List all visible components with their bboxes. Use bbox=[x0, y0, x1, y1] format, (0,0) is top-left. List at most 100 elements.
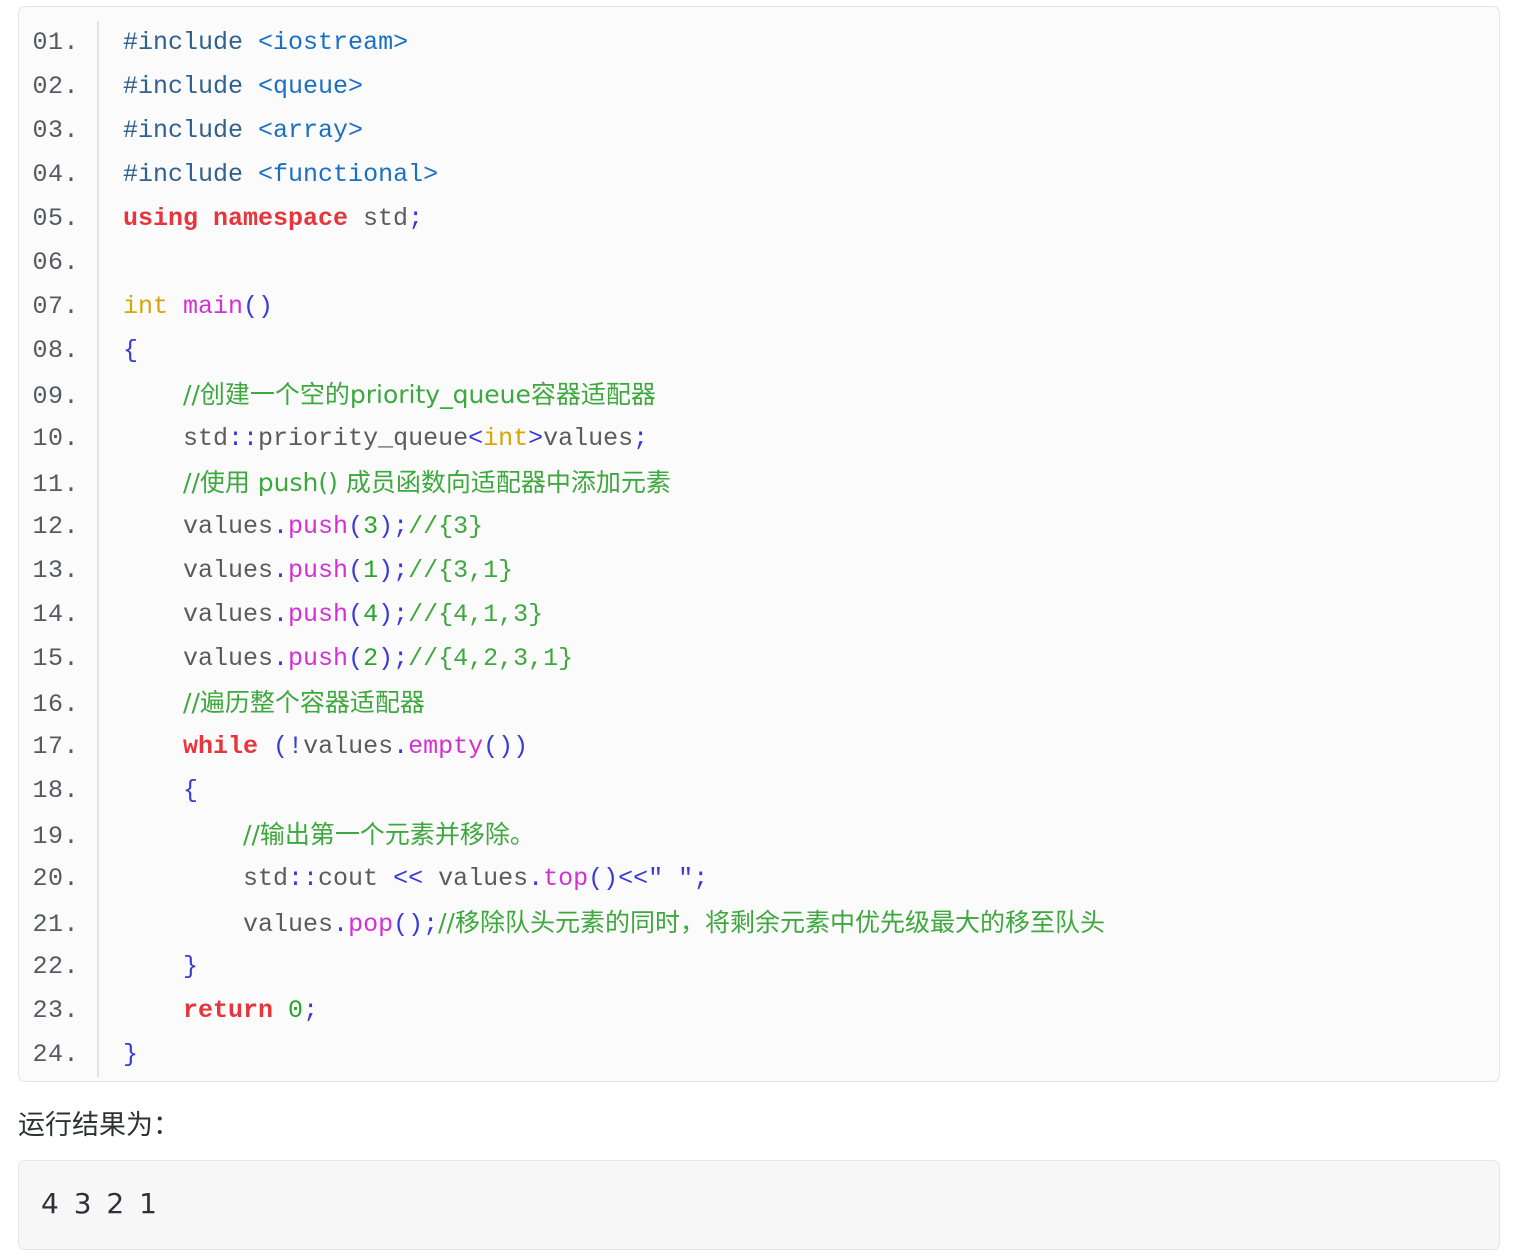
code-token: using namespace bbox=[123, 204, 349, 233]
code-token: push bbox=[288, 512, 349, 541]
code-token: ; bbox=[393, 600, 409, 629]
code-token: . bbox=[393, 732, 409, 761]
code-line-text: #include <iostream> bbox=[99, 21, 1499, 65]
line-number: 20. bbox=[32, 864, 79, 893]
code-token: values bbox=[123, 556, 274, 585]
code-block: 01. #include <iostream> 02. #include <queue… bbox=[18, 6, 1500, 1082]
code-token: //{3} bbox=[408, 512, 484, 541]
code-token: <iostream> bbox=[258, 28, 409, 57]
code-token: ()) bbox=[483, 732, 529, 761]
code-sample-page: 01. #include <iostream> 02. #include <queue… bbox=[0, 0, 1532, 1256]
code-token: << bbox=[618, 864, 649, 893]
result-label: 运行结果为： bbox=[18, 1110, 180, 1141]
line-number: 23. bbox=[32, 996, 79, 1025]
code-line: 15. values.push(2);//{4,2,3,1} bbox=[19, 637, 1499, 681]
code-line: 23. return 0; bbox=[19, 989, 1499, 1033]
code-token: int bbox=[123, 292, 169, 321]
code-token: pop bbox=[348, 910, 394, 939]
code-token: 1 bbox=[363, 556, 379, 585]
code-line: 24.} bbox=[19, 1033, 1499, 1077]
code-token: <queue> bbox=[258, 72, 364, 101]
code-token: int bbox=[483, 424, 529, 453]
code-token: ) bbox=[378, 556, 394, 585]
code-token: //输出第一个元素并移除。 bbox=[243, 820, 535, 849]
code-token: :: bbox=[228, 424, 259, 453]
code-line: 09. //创建一个空的priority_queue容器适配器 bbox=[19, 373, 1499, 417]
code-line-text: { bbox=[99, 769, 1499, 813]
code-token: <array> bbox=[258, 116, 364, 145]
code-token: ; bbox=[303, 996, 319, 1025]
code-token: () bbox=[588, 864, 619, 893]
line-number: 22. bbox=[32, 952, 79, 981]
line-number: 10. bbox=[32, 424, 79, 453]
code-token: //创建一个空的priority_queue容器适配器 bbox=[183, 380, 656, 409]
code-line: 12. values.push(3);//{3} bbox=[19, 505, 1499, 549]
code-line-text: #include <queue> bbox=[99, 65, 1499, 109]
code-line: 13. values.push(1);//{3,1} bbox=[19, 549, 1499, 593]
code-line: 02. #include <queue> bbox=[19, 65, 1499, 109]
code-token: << bbox=[393, 864, 424, 893]
code-line-text: { bbox=[99, 329, 1499, 373]
code-token: ; bbox=[693, 864, 709, 893]
code-token: ; bbox=[393, 556, 409, 585]
code-token: values bbox=[123, 600, 274, 629]
code-line: 04. #include <functional> bbox=[19, 153, 1499, 197]
code-token: ; bbox=[423, 910, 439, 939]
code-token: values bbox=[303, 732, 394, 761]
code-line-text: values.push(2);//{4,2,3,1} bbox=[99, 637, 1499, 681]
code-line: 07. int main() bbox=[19, 285, 1499, 329]
code-line: 22. } bbox=[19, 945, 1499, 989]
code-token: . bbox=[333, 910, 349, 939]
code-token: 2 bbox=[363, 644, 379, 673]
code-line-text: std::priority_queue<int>values; bbox=[99, 417, 1499, 461]
code-token: ( bbox=[348, 644, 364, 673]
line-number: 24. bbox=[32, 1040, 79, 1069]
code-token: empty bbox=[408, 732, 484, 761]
code-token: #include bbox=[123, 28, 244, 57]
code-line-text: while (!values.empty()) bbox=[99, 725, 1499, 769]
code-line-text: values.push(1);//{3,1} bbox=[99, 549, 1499, 593]
code-line-text: return 0; bbox=[99, 989, 1499, 1033]
code-line: 10. std::priority_queue<int>values; bbox=[19, 417, 1499, 461]
code-line: 11. //使用 push() 成员函数向适配器中添加元素 bbox=[19, 461, 1499, 505]
line-number: 05. bbox=[32, 204, 79, 233]
code-token: ; bbox=[393, 644, 409, 673]
code-token: ) bbox=[378, 512, 394, 541]
code-lines-container: 01. #include <iostream> 02. #include <queue… bbox=[19, 7, 1499, 1081]
code-line-text: #include <functional> bbox=[99, 153, 1499, 197]
code-token: #include bbox=[123, 160, 244, 189]
code-token: //使用 push() 成员函数向适配器中添加元素 bbox=[183, 468, 671, 497]
code-line-text: //遍历整个容器适配器 bbox=[99, 681, 1499, 727]
code-line-text: std::cout << values.top()<<" "; bbox=[99, 857, 1499, 901]
code-token: std bbox=[123, 424, 229, 453]
code-line: 03. #include <array> bbox=[19, 109, 1499, 153]
line-number: 07. bbox=[32, 292, 79, 321]
code-token: push bbox=[288, 600, 349, 629]
code-token: ; bbox=[408, 204, 424, 233]
code-token: ( bbox=[348, 512, 364, 541]
code-line-text: //使用 push() 成员函数向适配器中添加元素 bbox=[99, 461, 1499, 507]
code-line: 08. { bbox=[19, 329, 1499, 373]
code-token: > bbox=[528, 424, 544, 453]
code-token: #include bbox=[123, 116, 244, 145]
code-line-text: values.push(4);//{4,1,3} bbox=[99, 593, 1499, 637]
code-line-text: //创建一个空的priority_queue容器适配器 bbox=[99, 373, 1499, 419]
code-token: " " bbox=[648, 864, 694, 893]
code-line: 20. std::cout << values.top()<<" "; bbox=[19, 857, 1499, 901]
line-number: 03. bbox=[32, 116, 79, 145]
line-number: 16. bbox=[32, 690, 79, 719]
code-line: 05. using namespace std; bbox=[19, 197, 1499, 241]
line-number: 12. bbox=[32, 512, 79, 541]
code-line: 16. //遍历整个容器适配器 bbox=[19, 681, 1499, 725]
